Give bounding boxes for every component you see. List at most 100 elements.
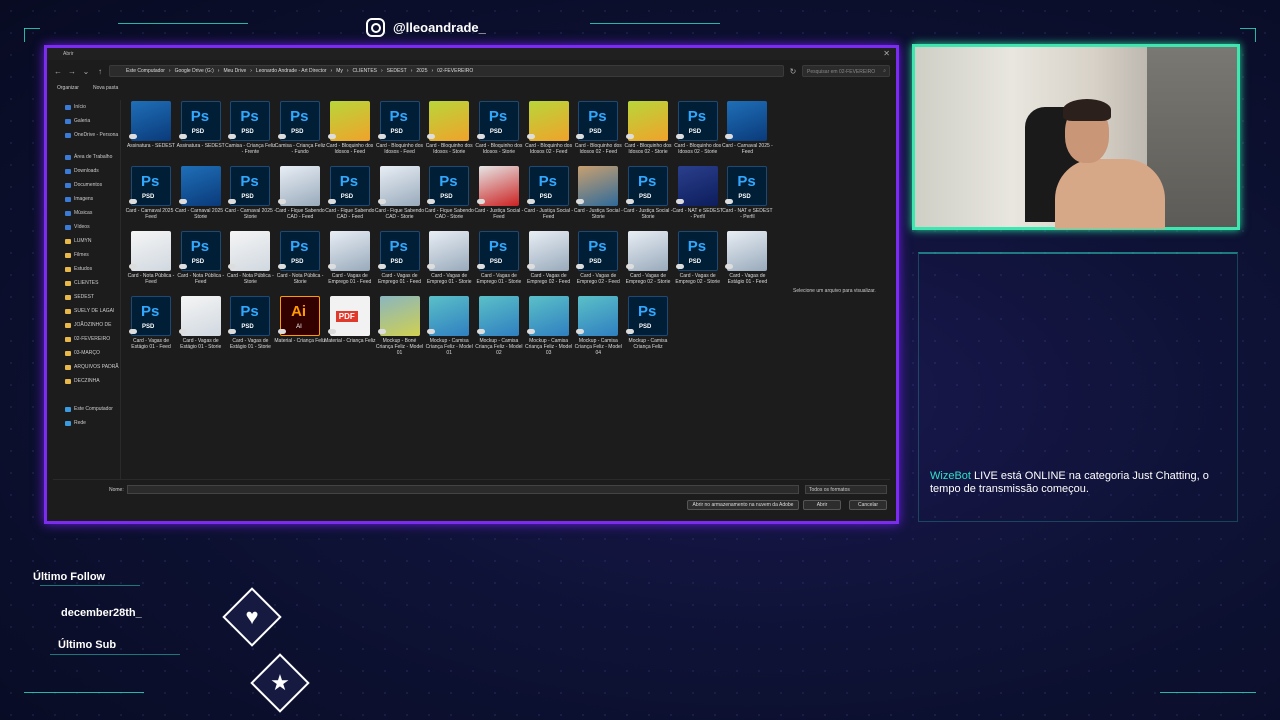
sidebar-item[interactable]: CLIENTES bbox=[53, 276, 120, 290]
file-item[interactable]: Card - Bloquinho dos Idosos - Storie bbox=[475, 101, 522, 163]
file-item[interactable]: Card - Bloquinho dos Idosos - Feed bbox=[326, 101, 373, 163]
file-item[interactable]: Card - Nota Pública - Feed bbox=[128, 231, 174, 293]
sidebar-item[interactable]: LUMYN bbox=[53, 234, 120, 248]
organize-button[interactable]: Organizar bbox=[57, 85, 79, 91]
file-item[interactable]: Card - Justiça Social - Feed bbox=[524, 166, 573, 228]
refresh-icon[interactable]: ↻ bbox=[788, 67, 798, 76]
file-item[interactable]: Card - Bloquinho dos Idosos 02 - Storie bbox=[674, 101, 721, 163]
breadcrumb-item[interactable]: CLIENTES bbox=[351, 68, 379, 74]
sidebar-item[interactable]: ARQUIVOS PADRÃ bbox=[53, 360, 120, 374]
sidebar-item[interactable]: Filmes bbox=[53, 248, 120, 262]
file-item[interactable]: Card - Vagas de Emprego 01 - Storie bbox=[427, 231, 472, 293]
file-item[interactable]: Card - Bloquinho dos Idosos - Feed bbox=[376, 101, 423, 163]
file-item[interactable]: Card - Carnaval 2025 - Feed bbox=[126, 166, 176, 228]
file-item[interactable]: Assinatura - SEDEST bbox=[127, 101, 175, 163]
new-folder-button[interactable]: Nova pasta bbox=[93, 85, 118, 91]
file-item[interactable]: Assinatura - SEDEST bbox=[177, 101, 225, 163]
sidebar-item[interactable]: OneDrive - Persona bbox=[53, 128, 120, 142]
file-item[interactable]: Mockup - Camisa Criança Feliz - Model 03 bbox=[525, 296, 572, 358]
file-item[interactable]: Card - Vagas de Emprego 01 - Feed bbox=[377, 231, 422, 293]
sidebar-item[interactable]: Downloads bbox=[53, 164, 120, 178]
file-item[interactable]: Card - Fique Sabendo CAD - Feed bbox=[275, 166, 325, 228]
sidebar-item[interactable]: Área de Trabalho bbox=[53, 150, 120, 164]
forward-arrow-icon[interactable]: → bbox=[67, 67, 77, 76]
file-item[interactable]: Card - Bloquinho dos Idosos - Storie bbox=[426, 101, 473, 163]
file-item[interactable]: Card - Bloquinho dos Idosos 02 - Storie bbox=[625, 101, 671, 163]
sidebar-item[interactable]: SUELY DE LAGAI bbox=[53, 304, 120, 318]
file-item[interactable]: Card - Vagas de Emprego 02 - Storie bbox=[626, 231, 670, 293]
file-item[interactable]: Card - Vagas de Estágio 01 - Storie bbox=[228, 296, 272, 358]
file-item[interactable]: Card - Vagas de Emprego 02 - Feed bbox=[526, 231, 571, 293]
file-item[interactable]: Card - Fique Sabendo CAD - Feed bbox=[325, 166, 374, 228]
open-cloud-button[interactable]: Abrir no armazenamento na nuvem da Adobe bbox=[687, 500, 799, 510]
sidebar-item[interactable]: Início bbox=[53, 100, 120, 114]
file-item[interactable]: Card - Vagas de Emprego 01 - Feed bbox=[327, 231, 372, 293]
sidebar-item[interactable]: Estudos bbox=[53, 262, 120, 276]
sidebar-item[interactable]: Documentos bbox=[53, 178, 120, 192]
filename-input[interactable] bbox=[127, 485, 799, 494]
file-item[interactable]: Camisa - Criança Feliz - Fundo bbox=[275, 101, 325, 163]
file-item[interactable]: Card - Bloquinho dos Idosos 02 - Feed bbox=[575, 101, 622, 163]
sidebar-item[interactable]: 02-FEVEREIRO bbox=[53, 332, 120, 346]
file-item[interactable]: Card - NAT e SEDEST - Perfil bbox=[672, 166, 723, 228]
breadcrumb[interactable]: Este Computador › Google Drive (G:) › Meu Dr… bbox=[109, 65, 784, 77]
breadcrumb-item[interactable]: SEDEST bbox=[385, 68, 409, 74]
cloud-sync-icon bbox=[526, 264, 535, 269]
sidebar-item[interactable]: Rede bbox=[53, 416, 120, 430]
sidebar-item[interactable]: Este Computador bbox=[53, 402, 120, 416]
social-handle: @lleoandrade_ bbox=[366, 18, 486, 37]
file-item[interactable]: Card - Vagas de Estágio 01 - Feed bbox=[725, 231, 769, 293]
file-item[interactable]: Mockup - Camisa Criança Feliz - Model 02 bbox=[475, 296, 523, 358]
file-item[interactable]: Card - Vagas de Emprego 01 - Storie bbox=[477, 231, 521, 293]
file-item[interactable]: Card - Fique Sabendo CAD - Storie bbox=[425, 166, 474, 228]
file-item[interactable]: Card - NAT e SEDEST - Perfil bbox=[722, 166, 773, 228]
file-item[interactable]: Card - Vagas de Estágio 01 - Storie bbox=[178, 296, 223, 358]
up-arrow-icon[interactable]: ↑ bbox=[95, 67, 105, 76]
file-item[interactable]: Card - Vagas de Emprego 02 - Feed bbox=[576, 231, 620, 293]
file-item[interactable]: Card - Justiça Social - Storie bbox=[624, 166, 672, 228]
sidebar-item[interactable]: Galeria bbox=[53, 114, 120, 128]
file-item[interactable]: Card - Vagas de Emprego 02 - Storie bbox=[675, 231, 720, 293]
file-item[interactable]: Mockup - Camisa Criança Feliz - Model 04 bbox=[575, 296, 622, 358]
open-button[interactable]: Abrir bbox=[803, 500, 841, 510]
breadcrumb-item[interactable]: 2025 bbox=[414, 68, 429, 74]
file-type-select[interactable]: Todos os formatos bbox=[805, 485, 887, 494]
breadcrumb-item[interactable]: 02-FEVEREIRO bbox=[435, 68, 475, 74]
cancel-button[interactable]: Cancelar bbox=[849, 500, 887, 510]
file-item[interactable]: Card - Justiça Social - Storie bbox=[574, 166, 623, 228]
file-item[interactable]: Card - Nota Pública - Storie bbox=[227, 231, 274, 293]
file-item[interactable]: Card - Nota Pública - Storie bbox=[277, 231, 323, 293]
sidebar-item[interactable]: DECZINHA bbox=[53, 374, 120, 388]
file-item[interactable]: Card - Justiça Social - Feed bbox=[474, 166, 523, 228]
file-item[interactable]: Camisa - Criança Feliz - Frente bbox=[225, 101, 276, 163]
file-item[interactable]: Mockup - Camisa Criança Feliz bbox=[626, 296, 670, 358]
file-item[interactable]: Mockup - Boné Criança Feliz - Model 01 bbox=[376, 296, 423, 358]
file-item[interactable]: Mockup - Camisa Criança Feliz - Model 01 bbox=[426, 296, 473, 358]
file-item[interactable]: Card - Carnaval 2025 - Storie bbox=[225, 166, 276, 228]
chevron-down-icon[interactable]: ⌄ bbox=[81, 67, 91, 76]
close-icon[interactable]: ✕ bbox=[883, 49, 890, 58]
back-arrow-icon[interactable]: ← bbox=[53, 67, 63, 76]
breadcrumb-item[interactable]: My bbox=[334, 68, 345, 74]
file-item[interactable]: Material - Criança Feliz bbox=[274, 296, 326, 358]
breadcrumb-item[interactable]: Google Drive (G:) bbox=[173, 68, 216, 74]
breadcrumb-item[interactable]: Leonardo Andrade - Art Director bbox=[254, 68, 329, 74]
file-item[interactable]: Card - Fique Sabendo CAD - Storie bbox=[375, 166, 424, 228]
cloud-sync-icon bbox=[526, 134, 535, 139]
file-name: Assinatura - SEDEST bbox=[126, 143, 176, 149]
sidebar-item[interactable]: Imagens bbox=[53, 192, 120, 206]
sidebar-item[interactable]: 03-MARÇO bbox=[53, 346, 120, 360]
file-item[interactable]: Material - Criança Feliz bbox=[324, 296, 376, 358]
search-input[interactable]: Pesquisar em 02-FEVEREIRO ⌕ bbox=[802, 65, 890, 77]
sidebar-item[interactable]: Vídeos bbox=[53, 220, 120, 234]
breadcrumb-item[interactable]: Este Computador bbox=[124, 68, 167, 74]
file-item[interactable]: Card - Carnaval 2025 - Feed bbox=[722, 101, 773, 163]
breadcrumb-item[interactable]: Meu Drive bbox=[221, 68, 248, 74]
sidebar-item[interactable]: Músicas bbox=[53, 206, 120, 220]
sidebar-item[interactable]: JOÃOZINHO DE bbox=[53, 318, 120, 332]
sidebar-item[interactable]: SEDEST bbox=[53, 290, 120, 304]
file-item[interactable]: Card - Vagas de Estágio 01 - Feed bbox=[129, 296, 173, 358]
file-item[interactable]: Card - Nota Pública - Feed bbox=[177, 231, 224, 293]
file-item[interactable]: Card - Carnaval 2025 - Storie bbox=[175, 166, 226, 228]
file-item[interactable]: Card - Bloquinho dos Idosos 02 - Feed bbox=[525, 101, 572, 163]
